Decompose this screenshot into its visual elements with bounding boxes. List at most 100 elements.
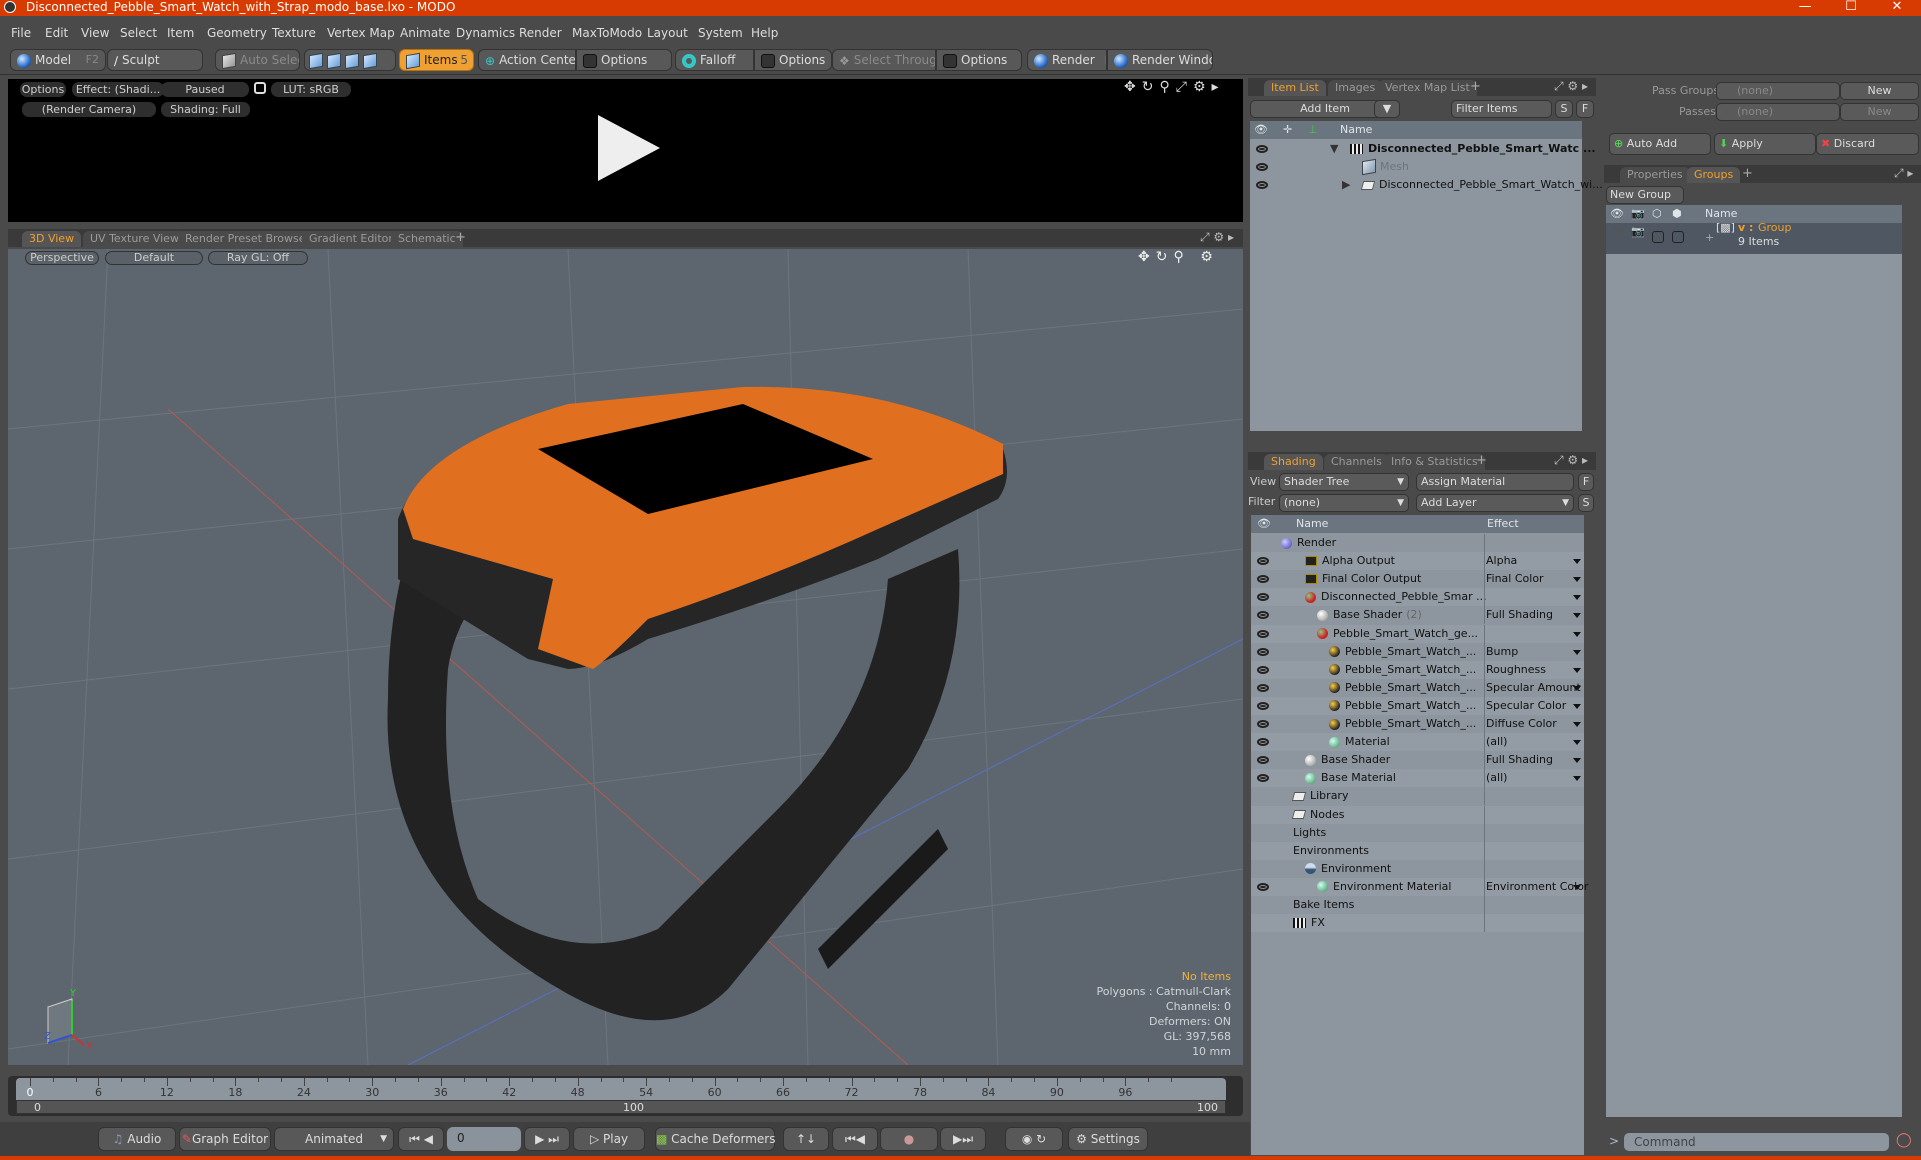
shader-tree-row[interactable]: FX [1251, 914, 1584, 933]
dropdown-arrow-icon[interactable] [1573, 884, 1581, 890]
current-frame-field[interactable]: 0 [447, 1127, 521, 1151]
graph-editor-button[interactable]: ✎Graph Editor [179, 1127, 271, 1151]
maximize-button[interactable]: ☐ [1831, 0, 1871, 16]
new-pass-group-button[interactable]: New [1840, 82, 1919, 100]
effect-dropdown[interactable]: Full Shading [1486, 751, 1553, 769]
item-list-row[interactable]: ▼ Disconnected_Pebble_Smart_Watc ... [1250, 140, 1596, 158]
visibility-eye-icon[interactable] [1257, 701, 1269, 710]
effect-dropdown[interactable]: Roughness [1486, 661, 1546, 679]
group-row[interactable]: 👁 📷 + [▩] v : Group 9 Items [1606, 221, 1902, 254]
visibility-eye-icon[interactable] [1257, 882, 1269, 891]
add-tab-icon[interactable]: + [1470, 79, 1481, 94]
panel-controls-icon[interactable]: ⤢ ⚙ ▸ [1554, 453, 1588, 468]
menu-file[interactable]: File [11, 26, 31, 40]
visibility-eye-icon[interactable] [1257, 756, 1269, 765]
add-tab-icon[interactable]: + [1476, 453, 1487, 468]
maximize-icon[interactable]: ⤢ [1176, 79, 1193, 95]
gear-icon[interactable]: ⚙ [1200, 249, 1219, 265]
visibility-eye-icon[interactable] [1256, 163, 1268, 171]
shader-tree-row[interactable]: Bake Items [1251, 896, 1584, 914]
animated-dropdown[interactable]: Animated ▼ [274, 1127, 394, 1151]
menu-render[interactable]: Render [519, 26, 562, 40]
dropdown-arrow-icon[interactable] [1573, 740, 1581, 746]
menu-edit[interactable]: Edit [45, 26, 68, 40]
add-tab-icon[interactable]: + [1742, 166, 1753, 181]
pan-icon[interactable]: ✥ [1124, 79, 1142, 95]
dropdown-arrow-icon[interactable] [1573, 631, 1581, 637]
projection-dropdown[interactable]: Perspective [25, 251, 99, 265]
preview-status-button[interactable]: Paused [161, 82, 249, 97]
key-options-buttons[interactable]: ◉ ↻ [1005, 1127, 1063, 1151]
shading-dropdown[interactable]: Shading: Full [161, 102, 250, 117]
edges-mode-icon[interactable] [327, 52, 341, 69]
audio-button[interactable]: ♫ Audio [98, 1127, 176, 1151]
shader-tree-row[interactable]: Render [1251, 534, 1584, 552]
falloff-button[interactable]: Falloff [675, 49, 754, 71]
model-mode-button[interactable]: Model F2 [10, 49, 106, 71]
visibility-eye-icon[interactable] [1257, 720, 1269, 728]
visibility-eye-icon[interactable] [1257, 683, 1269, 692]
item-list-s-button[interactable]: S [1555, 100, 1573, 118]
next-key-buttons[interactable]: ▶⏭ [940, 1127, 986, 1151]
render-camera-dropdown[interactable]: (Render Camera) [22, 102, 156, 117]
record-key-buttons[interactable]: ● [880, 1127, 938, 1151]
menu-help[interactable]: Help [751, 26, 778, 40]
shader-tree-row[interactable]: Base Material (all) [1251, 769, 1584, 788]
shader-tree-row[interactable]: Library [1251, 787, 1584, 806]
tab-3d-view[interactable]: 3D View [22, 231, 82, 247]
expand-arrow-icon[interactable]: ▸ [1212, 79, 1225, 95]
render-button[interactable]: Render F9 [1027, 49, 1107, 71]
play-render-icon[interactable] [598, 115, 660, 181]
tab-render-preset-browser[interactable]: Render Preset Browser [178, 231, 318, 247]
menu-texture[interactable]: Texture [272, 26, 316, 40]
dropdown-arrow-icon[interactable] [1573, 667, 1581, 673]
rotate-icon[interactable]: ↻ [1142, 79, 1160, 95]
tab-groups[interactable]: Groups [1687, 167, 1741, 183]
panel-controls-icon[interactable]: ⤢ ▸ [1894, 166, 1913, 181]
filter-items-field[interactable]: Filter Items [1451, 100, 1552, 118]
shader-tree-row[interactable]: Pebble_Smart_Watch_ge... [1251, 624, 1584, 643]
dropdown-arrow-icon[interactable] [1573, 685, 1581, 691]
effect-dropdown[interactable]: Specular Color [1486, 697, 1566, 715]
tab-vertex-map-list[interactable]: Vertex Map List [1378, 80, 1477, 96]
tab-info-statistics[interactable]: Info & Statistics [1384, 454, 1485, 470]
raygl-toggle[interactable]: Ray GL: Off [208, 251, 308, 265]
falloff-options-button[interactable]: Options [754, 49, 832, 71]
select-through-options-button[interactable]: Options [936, 49, 1022, 71]
lut-dropdown[interactable]: LUT: sRGB [271, 82, 351, 97]
select-through-button[interactable]: ❖ Select Through [832, 49, 936, 71]
shader-tree-row[interactable]: Pebble_Smart_Watch_... Diffuse Color [1251, 715, 1584, 733]
brush-icon[interactable] [1257, 647, 1269, 656]
visibility-eye-icon[interactable] [1257, 593, 1269, 602]
tab-item-list[interactable]: Item List [1264, 80, 1326, 96]
play-button[interactable]: ▷ Play [573, 1127, 645, 1151]
new-group-button[interactable]: New Group [1606, 186, 1684, 204]
timeline-range[interactable]: 0 100 100 [16, 1100, 1226, 1114]
preview-effect-dropdown[interactable]: Effect: (Shadi... [72, 82, 164, 97]
menu-item[interactable]: Item [167, 26, 194, 40]
polygons-mode-icon[interactable] [345, 52, 359, 69]
shader-tree-row[interactable]: Pebble_Smart_Watch_... Specular Color [1251, 696, 1584, 715]
item-list-row[interactable]: ▶ Disconnected_Pebble_Smart_Watch_wi... [1250, 176, 1603, 194]
gear-icon[interactable]: ⚙ [1193, 79, 1212, 95]
apply-button[interactable]: ⬇ Apply [1714, 133, 1816, 155]
dropdown-arrow-icon[interactable] [1573, 595, 1581, 601]
pan-icon[interactable]: ✥ [1138, 249, 1156, 265]
item-list-row[interactable]: Mesh [1250, 158, 1582, 176]
key-up-down-buttons[interactable]: ↑↓ [783, 1127, 829, 1151]
effect-dropdown[interactable]: Full Shading [1486, 606, 1553, 624]
lock-checkbox[interactable] [1652, 231, 1664, 243]
items-mode-button[interactable]: Items 5 [399, 49, 474, 71]
shading-f-button[interactable]: F [1578, 473, 1594, 491]
effect-dropdown[interactable]: Diffuse Color [1486, 715, 1557, 733]
shader-tree-row[interactable]: Base Shader (2) Full Shading [1251, 606, 1584, 625]
collapsed-arrow-icon[interactable]: ▶ [1342, 176, 1350, 194]
shader-tree-row[interactable]: Environment Material Environment Color [1251, 877, 1588, 896]
command-input[interactable]: Command [1624, 1133, 1889, 1151]
visibility-eye-icon[interactable] [1257, 774, 1269, 783]
shader-tree-row[interactable]: Final Color Output Final Color [1251, 570, 1584, 589]
visibility-eye-icon[interactable] [1257, 557, 1269, 566]
expand-plus-icon[interactable]: + [1705, 229, 1714, 247]
shader-tree-row[interactable]: Pebble_Smart_Watch_... Bump [1251, 642, 1584, 661]
menu-system[interactable]: System [698, 26, 743, 40]
